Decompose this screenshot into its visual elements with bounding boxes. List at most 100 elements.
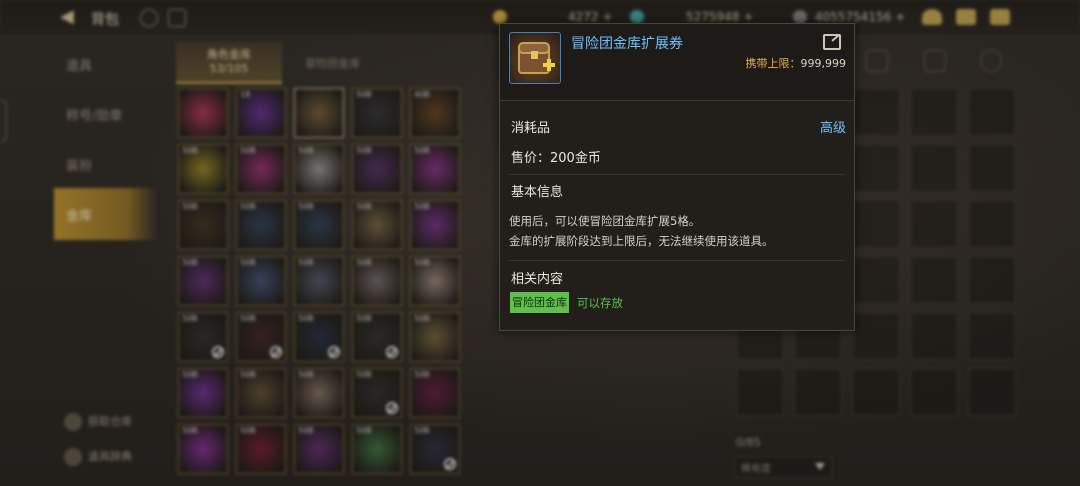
- currency-silver[interactable]: 4055754156 +: [815, 10, 905, 24]
- help-icon[interactable]: [140, 9, 158, 27]
- chat-icon[interactable]: [990, 9, 1010, 25]
- inventory-slot[interactable]: [968, 256, 1016, 304]
- chevron-down-icon: [815, 463, 825, 470]
- item-slot[interactable]: 50B: [352, 200, 402, 250]
- item-price: 售价：200金币: [511, 151, 601, 166]
- tab-character-vault[interactable]: 角色金库 53/105: [176, 42, 282, 84]
- inventory-slot[interactable]: [852, 88, 900, 136]
- back-arrow-icon[interactable]: ◀: [60, 7, 80, 27]
- item-slot[interactable]: 50B: [294, 200, 344, 250]
- menu-item-titles[interactable]: 称号/勋章: [66, 105, 122, 124]
- item-slot[interactable]: 50B: [294, 424, 344, 474]
- item-slot[interactable]: [294, 88, 344, 138]
- item-slot[interactable]: 50B: [352, 368, 402, 418]
- inventory-slot[interactable]: [852, 368, 900, 416]
- item-slot[interactable]: 50B: [236, 144, 286, 194]
- item-slot[interactable]: 50B: [178, 424, 228, 474]
- item-slot[interactable]: 40B: [410, 88, 460, 138]
- get-storage-button[interactable]: 获取仓库: [64, 413, 132, 431]
- item-slot[interactable]: 50B: [352, 312, 402, 362]
- inventory-slot[interactable]: [968, 312, 1016, 360]
- item-count: 50B: [182, 314, 198, 323]
- item-slot[interactable]: [178, 88, 228, 138]
- item-slot[interactable]: 50B: [178, 312, 228, 362]
- inventory-slot[interactable]: [852, 256, 900, 304]
- item-count: 50B: [414, 314, 430, 323]
- item-slot[interactable]: 50B: [178, 144, 228, 194]
- menu-icon[interactable]: [168, 9, 186, 27]
- treasure-chest-icon: [509, 32, 561, 84]
- share-icon[interactable]: [823, 34, 841, 50]
- inventory-slot[interactable]: [910, 88, 958, 136]
- currency-gem[interactable]: 5275948 +: [686, 10, 754, 24]
- item-slot[interactable]: 50B: [294, 256, 344, 306]
- mail-icon[interactable]: [956, 9, 976, 25]
- item-slot[interactable]: 50B: [236, 256, 286, 306]
- item-count: 40B: [414, 90, 430, 99]
- book-icon: [64, 448, 82, 466]
- item-slot[interactable]: 50B: [236, 312, 286, 362]
- item-slot[interactable]: 50B: [294, 368, 344, 418]
- item-count: 50B: [356, 146, 372, 155]
- item-slot[interactable]: 50B: [178, 368, 228, 418]
- item-count: 50B: [240, 426, 256, 435]
- inventory-slot[interactable]: [794, 368, 842, 416]
- item-slot[interactable]: 50B: [410, 256, 460, 306]
- item-slot[interactable]: 50B: [352, 144, 402, 194]
- page-title: 背包: [91, 12, 119, 28]
- currency-gold[interactable]: 4272 +: [568, 10, 613, 24]
- inventory-slot[interactable]: [852, 144, 900, 192]
- inventory-slot[interactable]: [852, 312, 900, 360]
- side-collapse-handle[interactable]: [0, 100, 7, 142]
- inventory-slot[interactable]: [968, 368, 1016, 416]
- inventory-slot[interactable]: [910, 312, 958, 360]
- inventory-slot[interactable]: [910, 200, 958, 248]
- item-count: 50B: [240, 258, 256, 267]
- item-dictionary-button[interactable]: 道具辞典: [64, 448, 132, 466]
- no-trade-icon: [444, 458, 456, 470]
- item-slot[interactable]: 50B: [352, 256, 402, 306]
- equipment-icon[interactable]: [866, 50, 888, 72]
- document-icon[interactable]: [924, 50, 946, 72]
- menu-item-vault[interactable]: 金库: [54, 188, 158, 240]
- inventory-slot[interactable]: [968, 88, 1016, 136]
- item-slot[interactable]: 50B: [236, 424, 286, 474]
- item-count: 50B: [356, 370, 372, 379]
- inventory-slot[interactable]: [852, 200, 900, 248]
- inventory-slot[interactable]: [968, 200, 1016, 248]
- item-slot[interactable]: 50B: [236, 200, 286, 250]
- storage-tag: 冒险团金库: [510, 292, 569, 313]
- item-description-line: 金库的扩展阶段达到上限后，无法继续使用该道具。: [509, 234, 774, 248]
- item-slot[interactable]: 50B: [352, 424, 402, 474]
- sort-dropdown[interactable]: 稀有度: [734, 456, 832, 478]
- item-slot[interactable]: 50B: [236, 368, 286, 418]
- tab-adventure-vault[interactable]: 冒险团金库: [305, 55, 360, 71]
- menu-item-avatar[interactable]: 装扮: [66, 155, 92, 174]
- item-slot[interactable]: 50B: [294, 312, 344, 362]
- menu-item-items[interactable]: 道具: [66, 55, 92, 74]
- item-slot[interactable]: 50B: [178, 200, 228, 250]
- inventory-slot[interactable]: [910, 256, 958, 304]
- divider: [509, 174, 845, 175]
- item-description-line: 使用后，可以使冒险团金库扩展5格。: [509, 214, 701, 228]
- item-slot[interactable]: 50B: [410, 200, 460, 250]
- item-count: 50B: [414, 258, 430, 267]
- shop-icon[interactable]: [922, 9, 942, 25]
- inventory-slot[interactable]: [736, 368, 784, 416]
- item-slot[interactable]: 50B: [178, 256, 228, 306]
- item-slot[interactable]: 50B: [352, 88, 402, 138]
- item-count: 50B: [356, 90, 372, 99]
- carry-limit: 携带上限：999,999: [745, 57, 847, 70]
- item-slot[interactable]: 50B: [294, 144, 344, 194]
- item-slot[interactable]: 50B: [410, 368, 460, 418]
- item-slot[interactable]: 50B: [410, 144, 460, 194]
- inventory-slot[interactable]: [910, 368, 958, 416]
- inventory-slot[interactable]: [968, 144, 1016, 192]
- storage-tag-text: 可以存放: [577, 296, 623, 310]
- item-slot[interactable]: 50B: [410, 424, 460, 474]
- item-slot[interactable]: 50B: [410, 312, 460, 362]
- item-slot[interactable]: 18: [236, 88, 286, 138]
- inventory-slot[interactable]: [910, 144, 958, 192]
- star-icon[interactable]: [980, 50, 1002, 72]
- item-count: 50B: [356, 426, 372, 435]
